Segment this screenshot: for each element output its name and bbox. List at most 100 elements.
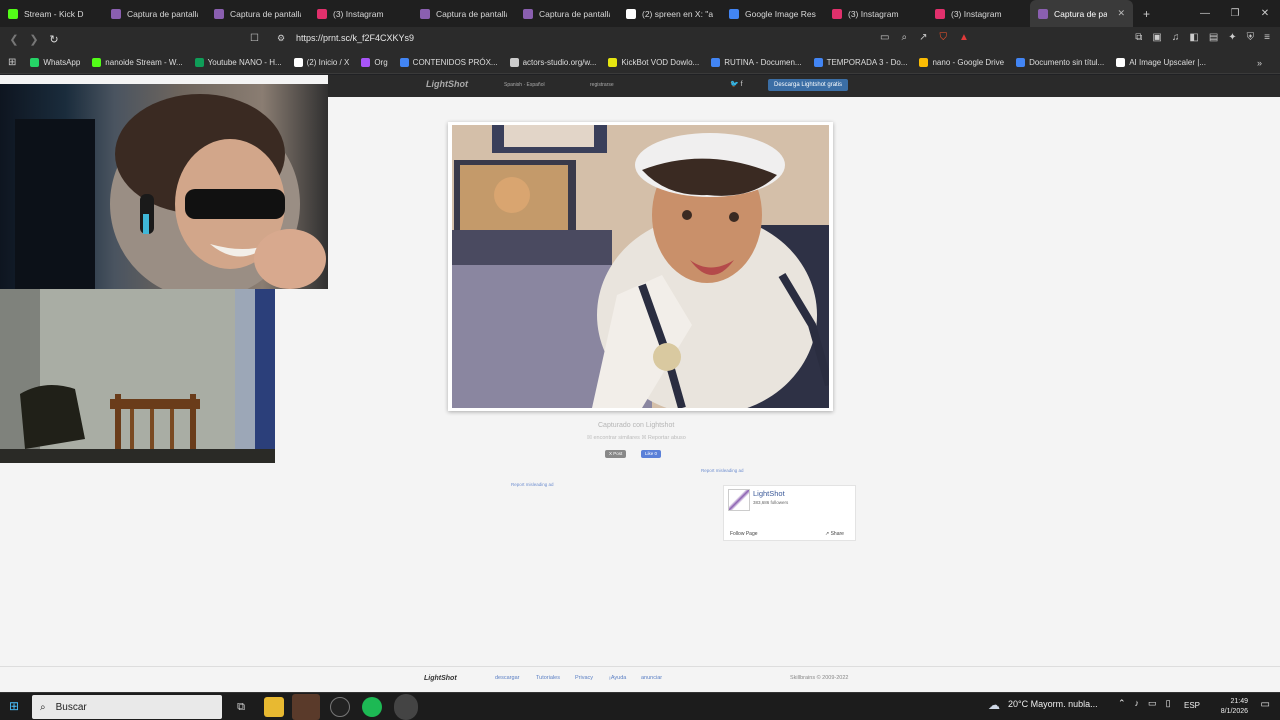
network-icon[interactable]: ▭ [1148, 698, 1157, 709]
menu-icon[interactable]: ≡ [1264, 32, 1270, 43]
reload-button[interactable]: ↻ [44, 33, 64, 46]
clock-time: 21:49 [1230, 698, 1248, 705]
music-icon[interactable]: ♫ [1172, 32, 1180, 43]
bookmark-favicon-icon [194, 58, 204, 67]
share-icon[interactable]: ↗ [919, 32, 927, 43]
bookmark-favicon-icon [293, 58, 303, 67]
bookmark-item-3[interactable]: (2) Inicio / X [293, 58, 350, 67]
spotify-icon[interactable] [362, 697, 382, 717]
browser-tab-7[interactable]: Google Image Resu [721, 0, 824, 27]
download-lightshot-button[interactable]: Descarga Lightshot gratis [768, 79, 849, 91]
browser-tab-9[interactable]: (3) Instagram [927, 0, 1030, 27]
browser-tab-3[interactable]: (3) Instagram [309, 0, 412, 27]
taskbar-clock[interactable]: 21:49 8/1/2026 [1221, 697, 1248, 717]
browser-tab-8[interactable]: (3) Instagram [824, 0, 927, 27]
bookmark-item-11[interactable]: Documento sin títul... [1016, 58, 1104, 67]
footer-link-tutorials[interactable]: Tutoriales [536, 675, 560, 681]
post-on-x-button[interactable]: X Post [605, 450, 627, 458]
logitech-icon[interactable] [330, 697, 350, 717]
minimize-button[interactable]: — [1190, 0, 1220, 27]
new-tab-button[interactable]: + [1143, 7, 1150, 21]
sidebar-icon[interactable]: ◧ [1189, 32, 1198, 43]
browser-tab-5[interactable]: Captura de pantalla [515, 0, 618, 27]
extensions-icon[interactable]: ⧉ [1135, 32, 1142, 43]
site-info-icon[interactable]: ⚙ [277, 33, 285, 44]
language-selector[interactable]: Spanish · Español [504, 82, 545, 88]
bookmark-item-1[interactable]: nanoide Stream - W... [92, 58, 183, 67]
bookmark-item-5[interactable]: CONTENIDOS PRÓX... [399, 58, 498, 67]
captured-with-caption: Capturado con Lightshot [598, 422, 675, 429]
input-language[interactable]: ESP [1184, 701, 1200, 710]
follow-page-button[interactable]: Follow Page [730, 531, 758, 537]
bookmark-item-0[interactable]: WhatsApp [30, 58, 80, 67]
cast-icon[interactable]: ▭ [880, 32, 889, 43]
browser-tab-1[interactable]: Captura de pantalla [103, 0, 206, 27]
screenshot-icon[interactable]: ▣ [1152, 32, 1161, 43]
windows-start-icon[interactable]: ⊞ [9, 699, 19, 713]
bookmark-item-6[interactable]: actors-studio.org/w... [509, 58, 596, 67]
bookmark-item-12[interactable]: AI Image Upscaler |... [1116, 58, 1206, 67]
bookmark-item-7[interactable]: KickBot VOD Dowlo... [608, 58, 699, 67]
browser-tab-2[interactable]: Captura de pantalla [206, 0, 309, 27]
restore-button[interactable]: ❐ [1220, 0, 1250, 27]
browser-tab-0[interactable]: Stream - Kick D [0, 0, 103, 27]
toolbar-icons: ⧉ ▣ ♫ ◧ ▤ ✦ ⛨ ≡ [1135, 32, 1270, 43]
social-links[interactable]: 🐦 f [730, 80, 743, 88]
facebook-like-button[interactable]: Like 0 [641, 450, 662, 458]
share-button[interactable]: ↗ Share [825, 531, 844, 537]
url-field[interactable]: https://prnt.sc/k_f2F4CXKYs9 [296, 33, 414, 43]
bookmark-label: (2) Inicio / X [306, 58, 350, 67]
footer-link-advertise[interactable]: anunciar [641, 675, 662, 681]
more-bookmarks-icon[interactable]: » [1257, 58, 1262, 68]
room-illustration [0, 289, 275, 463]
apps-grid-icon[interactable]: ⊞ [8, 57, 16, 68]
close-window-button[interactable]: ✕ [1250, 0, 1280, 27]
bookmark-label: Documento sin títul... [1029, 58, 1105, 67]
back-button[interactable]: ❮ [4, 33, 24, 46]
footer-link-download[interactable]: descargar [495, 675, 519, 681]
wallet-icon[interactable]: ▤ [1209, 32, 1218, 43]
volume-icon[interactable]: ♪ [1135, 698, 1140, 709]
register-link[interactable]: registrarse [590, 82, 614, 88]
bookmark-item-2[interactable]: Youtube NANO - H... [194, 58, 282, 67]
footer-logo[interactable]: LightShot [424, 675, 457, 682]
vpn-icon[interactable]: ⛨ [1247, 32, 1255, 43]
close-tab-icon[interactable]: ✕ [1117, 8, 1125, 19]
screenshot-image[interactable] [452, 125, 829, 408]
report-ad-link-2[interactable]: Report misleading ad [511, 482, 554, 487]
lightshot-logo[interactable]: LightShot [426, 79, 468, 89]
fb-page-name[interactable]: LightShot [753, 489, 785, 498]
obs-icon[interactable] [394, 694, 418, 720]
browser-tab-4[interactable]: Captura de pantalla [412, 0, 515, 27]
task-view-icon[interactable]: ⧉ [231, 697, 251, 717]
chevron-up-icon[interactable]: ⌃ [1118, 698, 1126, 709]
tab-favicon-icon [8, 8, 18, 19]
footer-link-help[interactable]: ¡Ayuda [609, 675, 626, 681]
bookmark-item-9[interactable]: TEMPORADA 3 - Do... [813, 58, 907, 67]
bookmark-icon[interactable]: ☐ [250, 33, 259, 44]
browser-tab-10[interactable]: Captura de par ✕ [1030, 0, 1133, 27]
image-action-links[interactable]: ☒ encontrar similares ☒ Reportar abuso [587, 435, 686, 441]
address-bar: ❮ ❯ ↻ ☐ ⚙ https://prnt.sc/k_f2F4CXKYs9 ▭… [0, 27, 1280, 52]
bookmark-favicon-icon [399, 58, 409, 67]
bookmark-favicon-icon [92, 58, 102, 67]
notification-icon[interactable]: ▭ [1261, 699, 1270, 710]
brave-rewards-icon[interactable]: ▲ [959, 32, 969, 43]
footer-link-privacy[interactable]: Privacy [575, 675, 593, 681]
bookmark-item-8[interactable]: RUTINA - Documen... [711, 58, 802, 67]
zoom-icon[interactable]: ⌕ [901, 32, 907, 43]
battery-icon[interactable]: ▯ [1166, 698, 1171, 709]
bookmark-label: Org [374, 58, 388, 67]
browser-tab-6[interactable]: (2) spreen en X: "ag [618, 0, 721, 27]
taskbar-search[interactable]: ⌕ Buscar [32, 695, 222, 719]
brave-shield-icon[interactable]: ⛉ [939, 32, 947, 43]
leo-ai-icon[interactable]: ✦ [1228, 32, 1236, 43]
forward-button[interactable]: ❯ [24, 33, 44, 46]
bookmark-item-10[interactable]: nano - Google Drive [919, 58, 1004, 67]
bookmark-item-4[interactable]: Org [361, 58, 388, 67]
weather-widget[interactable]: 20°C Mayorm. nubla... [1008, 699, 1098, 709]
brave-browser-icon[interactable] [292, 694, 320, 720]
bookmark-label: KickBot VOD Dowlo... [621, 58, 700, 67]
file-explorer-icon[interactable] [264, 697, 284, 717]
report-ad-link[interactable]: Report misleading ad [701, 468, 744, 473]
